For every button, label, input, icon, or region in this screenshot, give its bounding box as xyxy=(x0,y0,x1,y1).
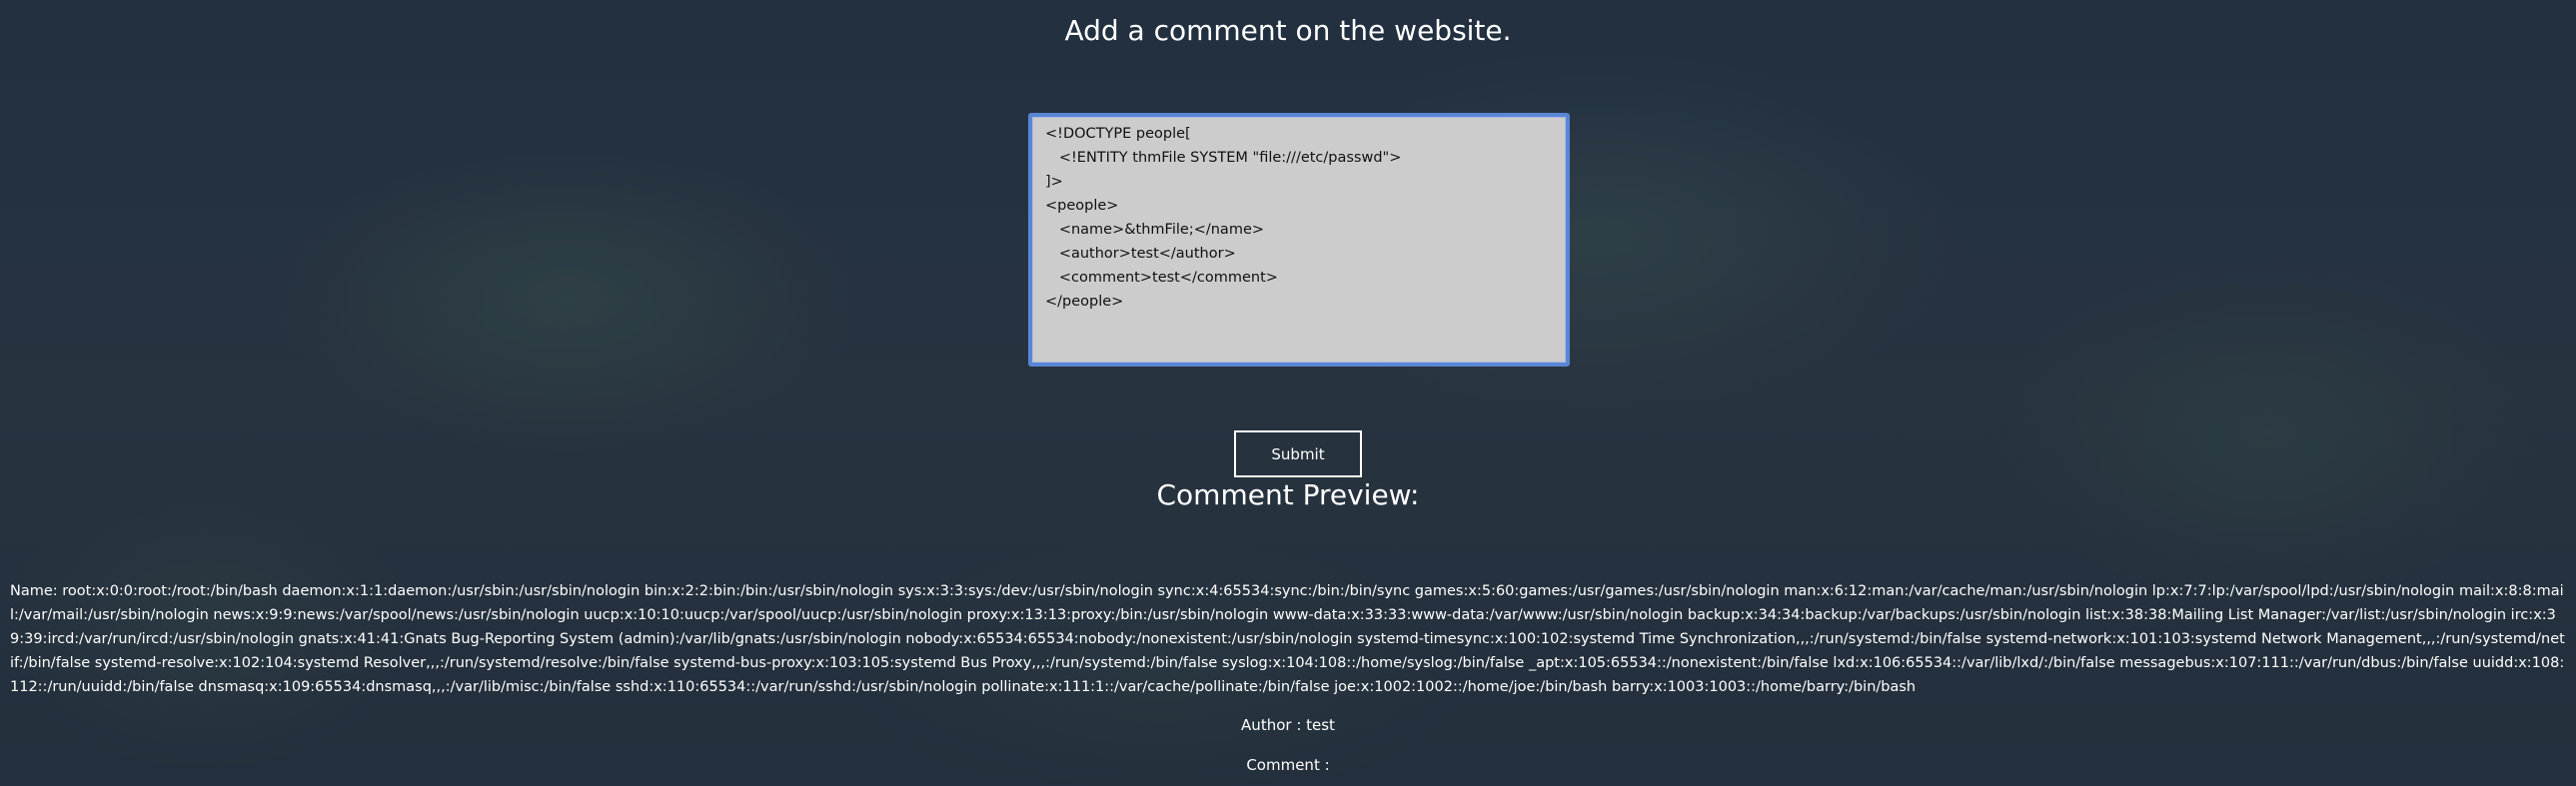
comment-preview-heading: Comment Preview: xyxy=(1156,478,1420,511)
preview-author: Author : test xyxy=(1241,716,1335,734)
comment-editor-frame: <!DOCTYPE people[ <!ENTITY thmFile SYSTE… xyxy=(1028,113,1570,367)
comment-textarea[interactable]: <!DOCTYPE people[ <!ENTITY thmFile SYSTE… xyxy=(1032,117,1566,363)
submit-button[interactable]: Submit xyxy=(1234,430,1362,477)
preview-comment: Comment : xyxy=(1246,756,1330,774)
page-title: Add a comment on the website. xyxy=(1064,14,1512,47)
preview-name-output: Name: root:x:0:0:root:/root:/bin/bash da… xyxy=(10,583,2565,695)
